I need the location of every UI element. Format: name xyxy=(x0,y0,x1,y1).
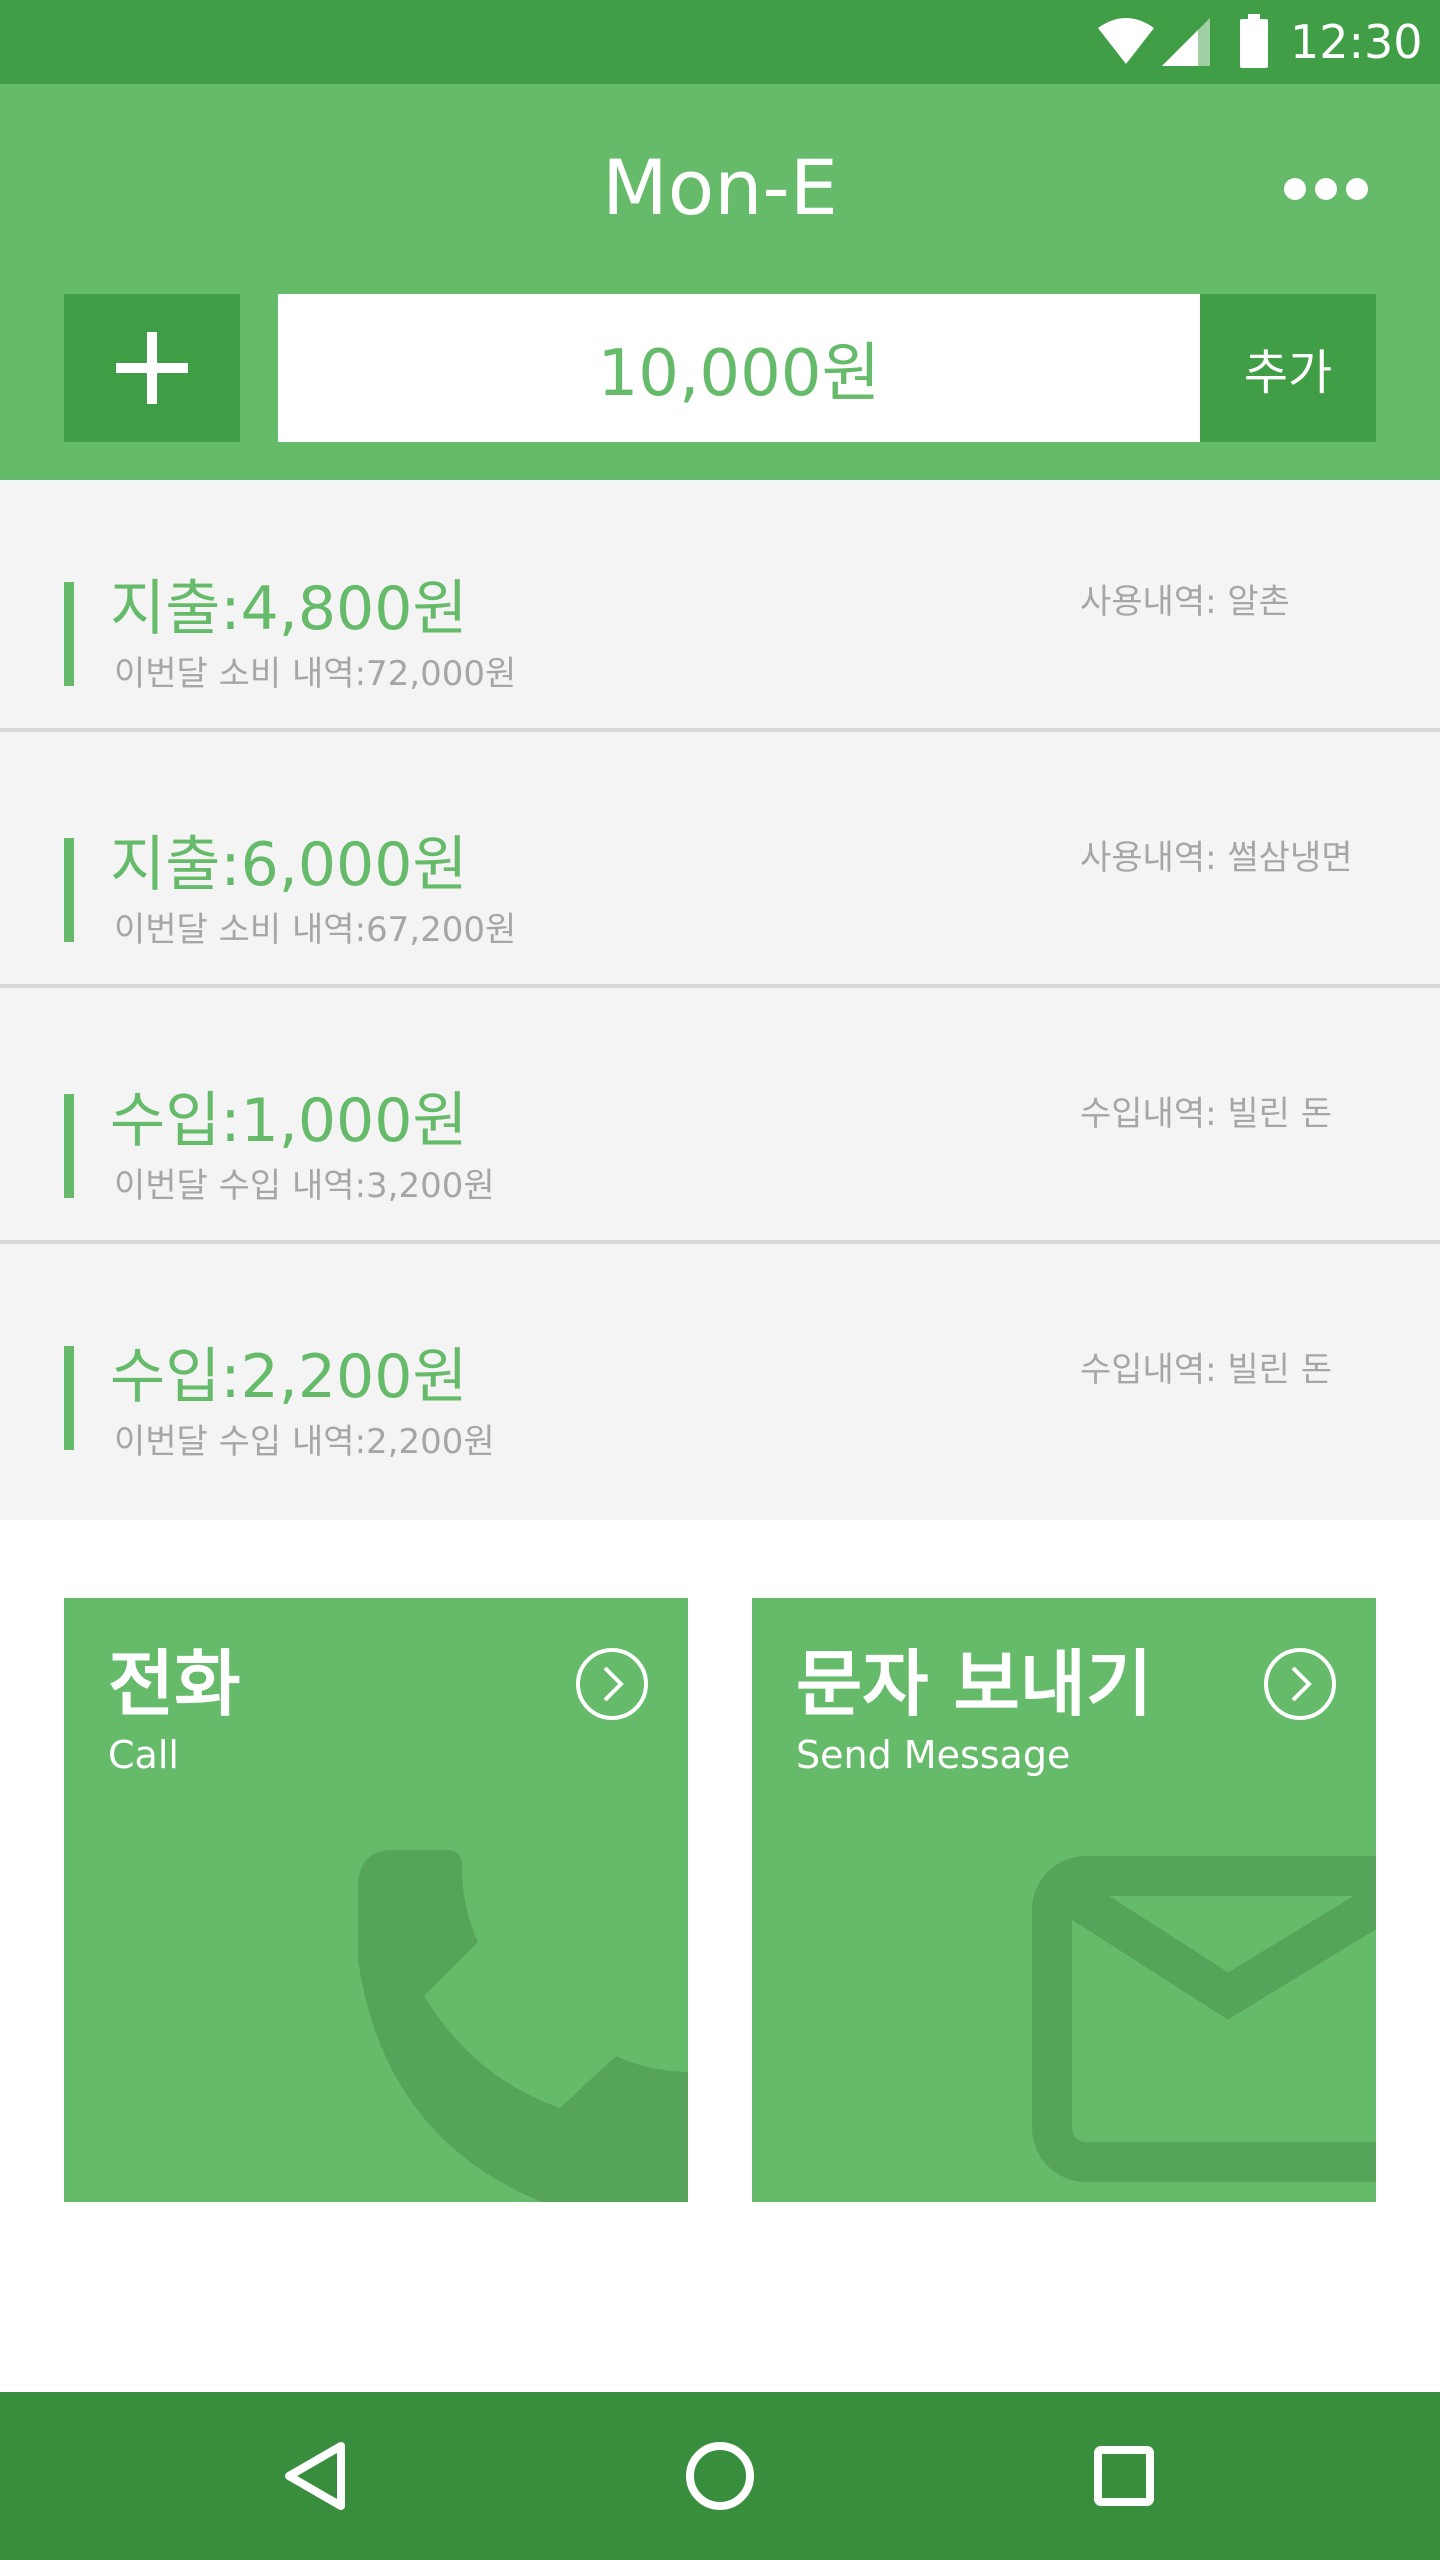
app-title: Mon-E xyxy=(602,143,838,232)
navigation-bar xyxy=(0,2392,1440,2560)
more-dot xyxy=(1346,178,1368,200)
item-note: 수입내역: 빌린 돈 xyxy=(1080,1094,1333,1134)
item-monthly-total: 이번달 수입 내역:2,200원 xyxy=(114,1422,495,1462)
card-title: 문자 보내기 xyxy=(796,1642,1153,1726)
item-amount: 수입:2,200원 xyxy=(110,1342,468,1412)
item-note: 사용내역: 알촌 xyxy=(1080,582,1290,622)
more-dots-icon xyxy=(1284,178,1306,200)
item-note: 수입내역: 빌린 돈 xyxy=(1080,1350,1333,1390)
accent-bar xyxy=(64,1346,74,1450)
item-note: 사용내역: 썰삼냉면 xyxy=(1080,838,1353,878)
home-icon xyxy=(686,2442,754,2510)
phone-icon xyxy=(358,1850,688,2202)
back-icon xyxy=(285,2442,345,2510)
plus-button[interactable] xyxy=(64,294,240,442)
list-item[interactable]: 지출:4,800원 이번달 소비 내역:72,000원 사용내역: 알촌 xyxy=(0,480,1440,732)
item-monthly-total: 이번달 수입 내역:3,200원 xyxy=(114,1166,495,1206)
item-amount: 지출:4,800원 xyxy=(110,574,468,644)
add-button[interactable]: 추가 xyxy=(1200,294,1376,442)
chevron-right-circle-icon[interactable] xyxy=(1262,1646,1338,1722)
call-card[interactable]: 전화 Call xyxy=(64,1598,688,2202)
list-item[interactable]: 지출:6,000원 이번달 소비 내역:67,200원 사용내역: 썰삼냉면 xyxy=(0,736,1440,988)
item-amount: 지출:6,000원 xyxy=(110,830,468,900)
transaction-list: 지출:4,800원 이번달 소비 내역:72,000원 사용내역: 알촌 지출:… xyxy=(0,480,1440,1520)
list-item[interactable]: 수입:2,200원 이번달 수입 내역:2,200원 수입내역: 빌린 돈 xyxy=(0,1248,1440,1500)
card-subtitle: Send Message xyxy=(796,1733,1071,1777)
status-bar: 12:30 xyxy=(0,0,1440,84)
signal-icon xyxy=(1162,18,1210,66)
battery-icon xyxy=(1240,14,1268,68)
chevron-right-circle-icon[interactable] xyxy=(574,1646,650,1722)
card-title: 전화 xyxy=(108,1642,241,1726)
plus-icon xyxy=(116,332,188,404)
accent-bar xyxy=(64,582,74,686)
card-subtitle: Call xyxy=(108,1733,179,1777)
item-monthly-total: 이번달 소비 내역:72,000원 xyxy=(114,654,517,694)
status-time: 12:30 xyxy=(1290,15,1423,69)
recents-icon xyxy=(1094,2446,1154,2506)
home-button[interactable] xyxy=(670,2426,770,2526)
recents-button[interactable] xyxy=(1074,2426,1174,2526)
app-bar: Mon-E 추가 xyxy=(0,84,1440,480)
wifi-icon xyxy=(1098,18,1154,64)
accent-bar xyxy=(64,1094,74,1198)
envelope-icon xyxy=(1032,1856,1376,2182)
more-dot xyxy=(1315,178,1337,200)
message-card[interactable]: 문자 보내기 Send Message xyxy=(752,1598,1376,2202)
amount-input[interactable] xyxy=(278,294,1200,442)
back-button[interactable] xyxy=(266,2426,366,2526)
item-amount: 수입:1,000원 xyxy=(110,1086,468,1156)
accent-bar xyxy=(64,838,74,942)
item-monthly-total: 이번달 소비 내역:67,200원 xyxy=(114,910,517,950)
list-item[interactable]: 수입:1,000원 이번달 수입 내역:3,200원 수입내역: 빌린 돈 xyxy=(0,992,1440,1244)
more-options-button[interactable] xyxy=(1276,154,1376,224)
